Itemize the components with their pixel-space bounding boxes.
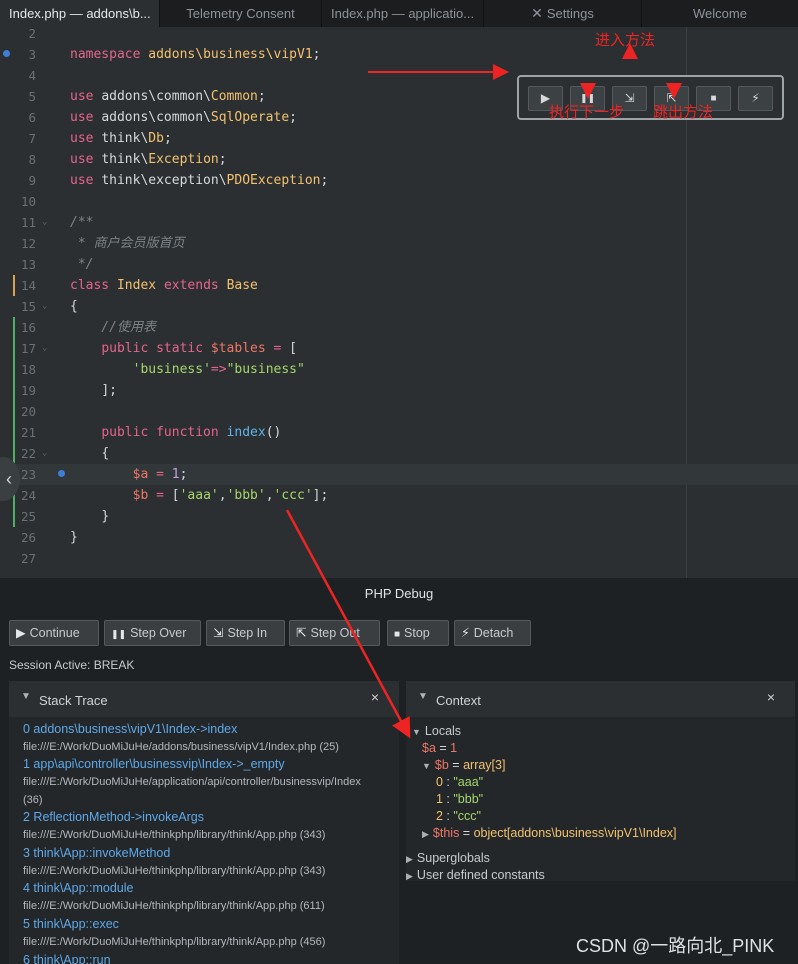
tab-label: Index.php — applicatio...: [331, 6, 475, 21]
tab-label: Welcome: [693, 6, 747, 21]
user-constants-node[interactable]: ▶ User defined constants: [406, 867, 545, 881]
step-out-icon: ⇱: [296, 626, 307, 640]
chevron-down-icon: ▼: [418, 691, 428, 702]
watermark: CSDN @一路向北_PINK: [576, 936, 775, 956]
stack-frame[interactable]: 6 think\App::run: [23, 952, 111, 964]
code-line: 26}: [20, 530, 78, 545]
php-debug-panel: PHP Debug ▶ Continue ❚❚ Step Over ⇲ Step In…: [0, 578, 798, 964]
detach-button[interactable]: ⚡ Detach: [454, 620, 531, 646]
tab-label: Telemetry Consent: [186, 6, 295, 21]
tab-label: Settings: [546, 6, 594, 21]
array-item: 0 : "aaa": [436, 775, 484, 789]
context-header[interactable]: ▼ Context ×: [406, 681, 795, 717]
code-line: 27: [20, 551, 36, 566]
code-line: 22 ⌄ {: [0, 443, 798, 464]
execution-point-marker: [58, 470, 65, 477]
code-line: 15 ⌄{: [0, 296, 798, 317]
session-status: Session Active: BREAK: [9, 658, 135, 672]
tab-settings[interactable]: ✕ Settings: [484, 0, 642, 27]
code-line: 12 * 商户会员版首页: [20, 236, 185, 251]
stop-button[interactable]: ■ Stop: [387, 620, 449, 646]
context-title: Context: [436, 693, 481, 708]
stack-frame[interactable]: 0 addons\business\vipV1\Index->index file…: [23, 721, 339, 756]
stack-trace-panel: ▼ Stack Trace × 0 addons\business\vipV1\…: [9, 681, 399, 964]
chevron-down-icon: ▼: [422, 761, 431, 771]
code-line: 20: [20, 404, 36, 419]
code-line: 3 namespace addons\business\vipV1;: [28, 47, 321, 62]
code-line: 13 */: [20, 257, 94, 272]
stack-trace-title: Stack Trace: [39, 693, 108, 708]
stack-frame[interactable]: 3 think\App::invokeMethod file:///E:/Work…: [23, 845, 325, 880]
annotation-step-over: 执行下一步: [549, 104, 625, 121]
variable-this[interactable]: ▶ $this = object[addons\business\vipV1\In…: [422, 825, 677, 842]
close-icon[interactable]: ×: [767, 689, 775, 705]
code-line: 9 use think\exception\PDOException;: [28, 173, 329, 188]
variable-a[interactable]: $a = 1: [422, 740, 457, 757]
button-label: Detach: [473, 626, 514, 640]
chevron-right-icon: ▶: [406, 854, 413, 864]
code-line: 19 ];: [20, 383, 117, 398]
button-label: Step Over: [130, 626, 187, 640]
locals-node[interactable]: ▼ Locals: [412, 723, 461, 740]
step-over-button[interactable]: ❚❚ Step Over: [104, 620, 201, 646]
button-label: Step Out: [310, 626, 360, 640]
panel-title: PHP Debug: [364, 586, 434, 601]
code-line: 2: [28, 27, 36, 41]
code-line: 7 use think\Db;: [28, 131, 172, 146]
step-in-icon: ⇲: [213, 626, 224, 640]
code-line: 17 ⌄ public static $tables = [: [0, 338, 798, 359]
chevron-right-icon: ▶: [422, 829, 429, 839]
stop-icon: ■: [394, 629, 401, 640]
chevron-down-icon: ▼: [21, 691, 31, 702]
step-out-button[interactable]: ⇱ Step Out: [289, 620, 380, 646]
button-label: Step In: [227, 626, 268, 640]
step-over-icon: ❚❚: [111, 629, 127, 639]
array-item: 1 : "bbb": [436, 792, 484, 806]
close-icon[interactable]: ×: [371, 689, 379, 705]
tools-icon: ✕: [531, 5, 543, 21]
code-line: 14 class Index extends Base: [20, 278, 258, 293]
tab-index-php-addons[interactable]: Index.php — addons\b...: [0, 0, 160, 27]
annotation-step-in: 进入方法: [595, 32, 656, 49]
chevron-right-icon: ▶: [406, 871, 413, 881]
code-line: 24 $b = ['aaa','bbb','ccc'];: [20, 488, 329, 503]
detach-button[interactable]: ⚡: [738, 86, 773, 111]
code-line: 16 //使用表: [20, 320, 156, 335]
tab-welcome[interactable]: Welcome: [642, 0, 798, 27]
code-line: 10: [20, 194, 36, 209]
lightning-icon: ⚡: [461, 626, 470, 640]
play-icon: ▶: [16, 626, 26, 640]
code-line: 11 ⌄/**: [0, 212, 798, 233]
chevron-down-icon: ▼: [412, 727, 421, 737]
stack-frame[interactable]: 2 ReflectionMethod->invokeArgs file:///E:…: [23, 809, 325, 844]
variable-b[interactable]: ▼ $b = array[3]: [422, 757, 505, 774]
fold-chevron-icon: ⌄: [42, 217, 48, 227]
context-panel: ▼ Context × ▼ Locals $a = 1 ▼ $b = array[3…: [406, 681, 795, 881]
fold-chevron-icon: ⌄: [42, 301, 48, 311]
tab-bar: Index.php — addons\b... Telemetry Consen…: [0, 0, 798, 27]
fold-chevron-icon: ⌄: [42, 343, 48, 353]
code-line: 8 use think\Exception;: [28, 152, 227, 167]
stack-frame[interactable]: 5 think\App::exec file:///E:/Work/DuoMiJu…: [23, 916, 325, 951]
step-in-icon: ⇲: [624, 91, 635, 105]
stack-trace-header[interactable]: ▼ Stack Trace ×: [9, 681, 399, 717]
superglobals-node[interactable]: ▶ Superglobals: [406, 850, 490, 867]
button-label: Continue: [29, 626, 80, 640]
stack-frame[interactable]: 1 app\api\controller\businessvip\Index->…: [23, 756, 361, 809]
code-line: 21 public function index(): [20, 425, 282, 440]
tab-telemetry-consent[interactable]: Telemetry Consent: [160, 0, 322, 27]
tab-index-php-application[interactable]: Index.php — applicatio...: [322, 0, 484, 27]
code-line: 18 'business'=>"business": [20, 362, 305, 377]
continue-button[interactable]: ▶ Continue: [9, 620, 99, 646]
fold-chevron-icon: ⌄: [42, 448, 48, 458]
code-line: 25 }: [20, 509, 110, 524]
array-item: 2 : "ccc": [436, 809, 481, 823]
lightning-icon: ⚡: [751, 91, 760, 105]
code-line-current: 23 $a = 1;: [0, 464, 798, 485]
tab-label: Index.php — addons\b...: [9, 6, 151, 21]
stack-frame[interactable]: 4 think\App::module file:///E:/Work/DuoMi…: [23, 880, 325, 915]
step-in-button[interactable]: ⇲ Step In: [206, 620, 285, 646]
button-label: Stop: [404, 626, 430, 640]
annotation-step-out: 跳出方法: [653, 104, 714, 121]
